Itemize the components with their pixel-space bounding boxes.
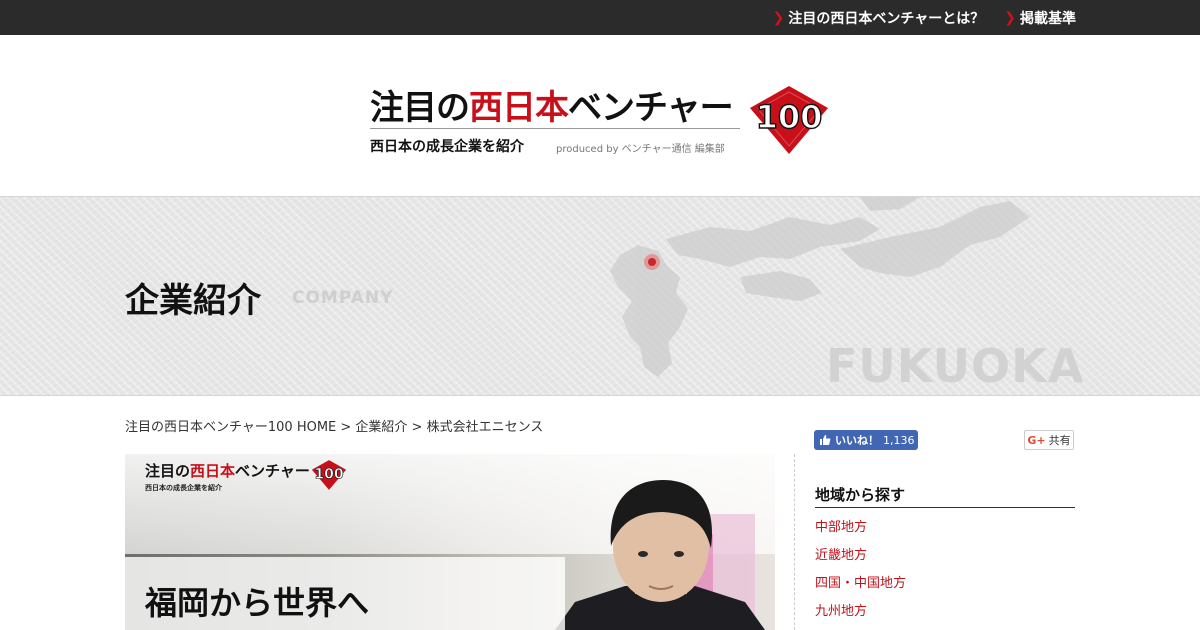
top-nav-criteria-label: 掲載基準 [1020, 10, 1076, 27]
region-link-chubu[interactable]: 中部地方 [815, 516, 906, 544]
image-logo-subtitle: 西日本の成長企業を紹介 [145, 484, 222, 492]
sidebar-region-title: 地域から探す [815, 484, 1075, 508]
hero-banner: 企業紹介 COMPANY FUKUOKA [0, 196, 1200, 396]
region-list: 中部地方 近畿地方 四国・中国地方 九州地方 [815, 516, 906, 628]
google-plus-share-button[interactable]: G+ 共有 [1024, 430, 1074, 450]
image-badge-number: 100 [314, 467, 344, 483]
badge-number: 100 [756, 98, 823, 136]
region-label: FUKUOKA [826, 339, 1085, 393]
top-nav-criteria-link[interactable]: ❯ 掲載基準 [1004, 8, 1076, 28]
region-link-kyushu[interactable]: 九州地方 [815, 600, 906, 628]
top-nav: ❯ 注目の西日本ベンチャーとは？ ❯ 掲載基準 [773, 0, 1076, 35]
facebook-like-button[interactable]: いいね！ 1,136 [814, 430, 918, 450]
top-nav-about-label: 注目の西日本ベンチャーとは？ [788, 10, 985, 27]
image-logo-title: 注目の西日本ベンチャー [145, 462, 310, 480]
share-label: 共有 [1048, 434, 1071, 447]
page-title: 企業紹介 [125, 281, 261, 321]
like-label: いいね！ [835, 434, 879, 447]
person-photo [555, 480, 765, 630]
chevron-right-icon: ❯ [772, 9, 785, 26]
logo-subtitle: 西日本の成長企業を紹介 [370, 139, 524, 155]
sidebar-divider [794, 454, 795, 630]
article-hero-image: 注目の西日本ベンチャー 西日本の成長企業を紹介 100 福岡から世界へ [125, 454, 775, 630]
breadcrumb[interactable]: 注目の西日本ベンチャー100 HOME > 企業紹介 > 株式会社エニセンス [125, 416, 543, 435]
chevron-right-icon: ❯ [1004, 9, 1016, 26]
region-link-kinki[interactable]: 近畿地方 [815, 544, 906, 572]
logo-title: 注目の西日本ベンチャー [370, 88, 734, 128]
logo-divider [370, 128, 740, 129]
site-logo[interactable]: 注目の西日本ベンチャー 西日本の成長企業を紹介 produced by ベンチャ… [370, 80, 830, 160]
page-title-en: COMPANY [292, 288, 394, 308]
site-header: 注目の西日本ベンチャー 西日本の成長企業を紹介 produced by ベンチャ… [0, 35, 1200, 196]
thumbs-up-icon [820, 435, 831, 445]
top-nav-about-link[interactable]: ❯ 注目の西日本ベンチャーとは？ [773, 8, 985, 28]
hundred-badge-icon: 100 [311, 460, 347, 490]
google-plus-icon: G+ [1027, 433, 1046, 447]
top-bar: ❯ 注目の西日本ベンチャーとは？ ❯ 掲載基準 [0, 0, 1200, 35]
article-headline: 福岡から世界へ [145, 584, 370, 622]
region-link-shikoku-chugoku[interactable]: 四国・中国地方 [815, 572, 906, 600]
like-count: 1,136 [883, 433, 915, 447]
logo-produced-by: produced by ベンチャー通信 編集部 [556, 144, 725, 155]
hundred-badge-icon: 100 [750, 86, 828, 154]
